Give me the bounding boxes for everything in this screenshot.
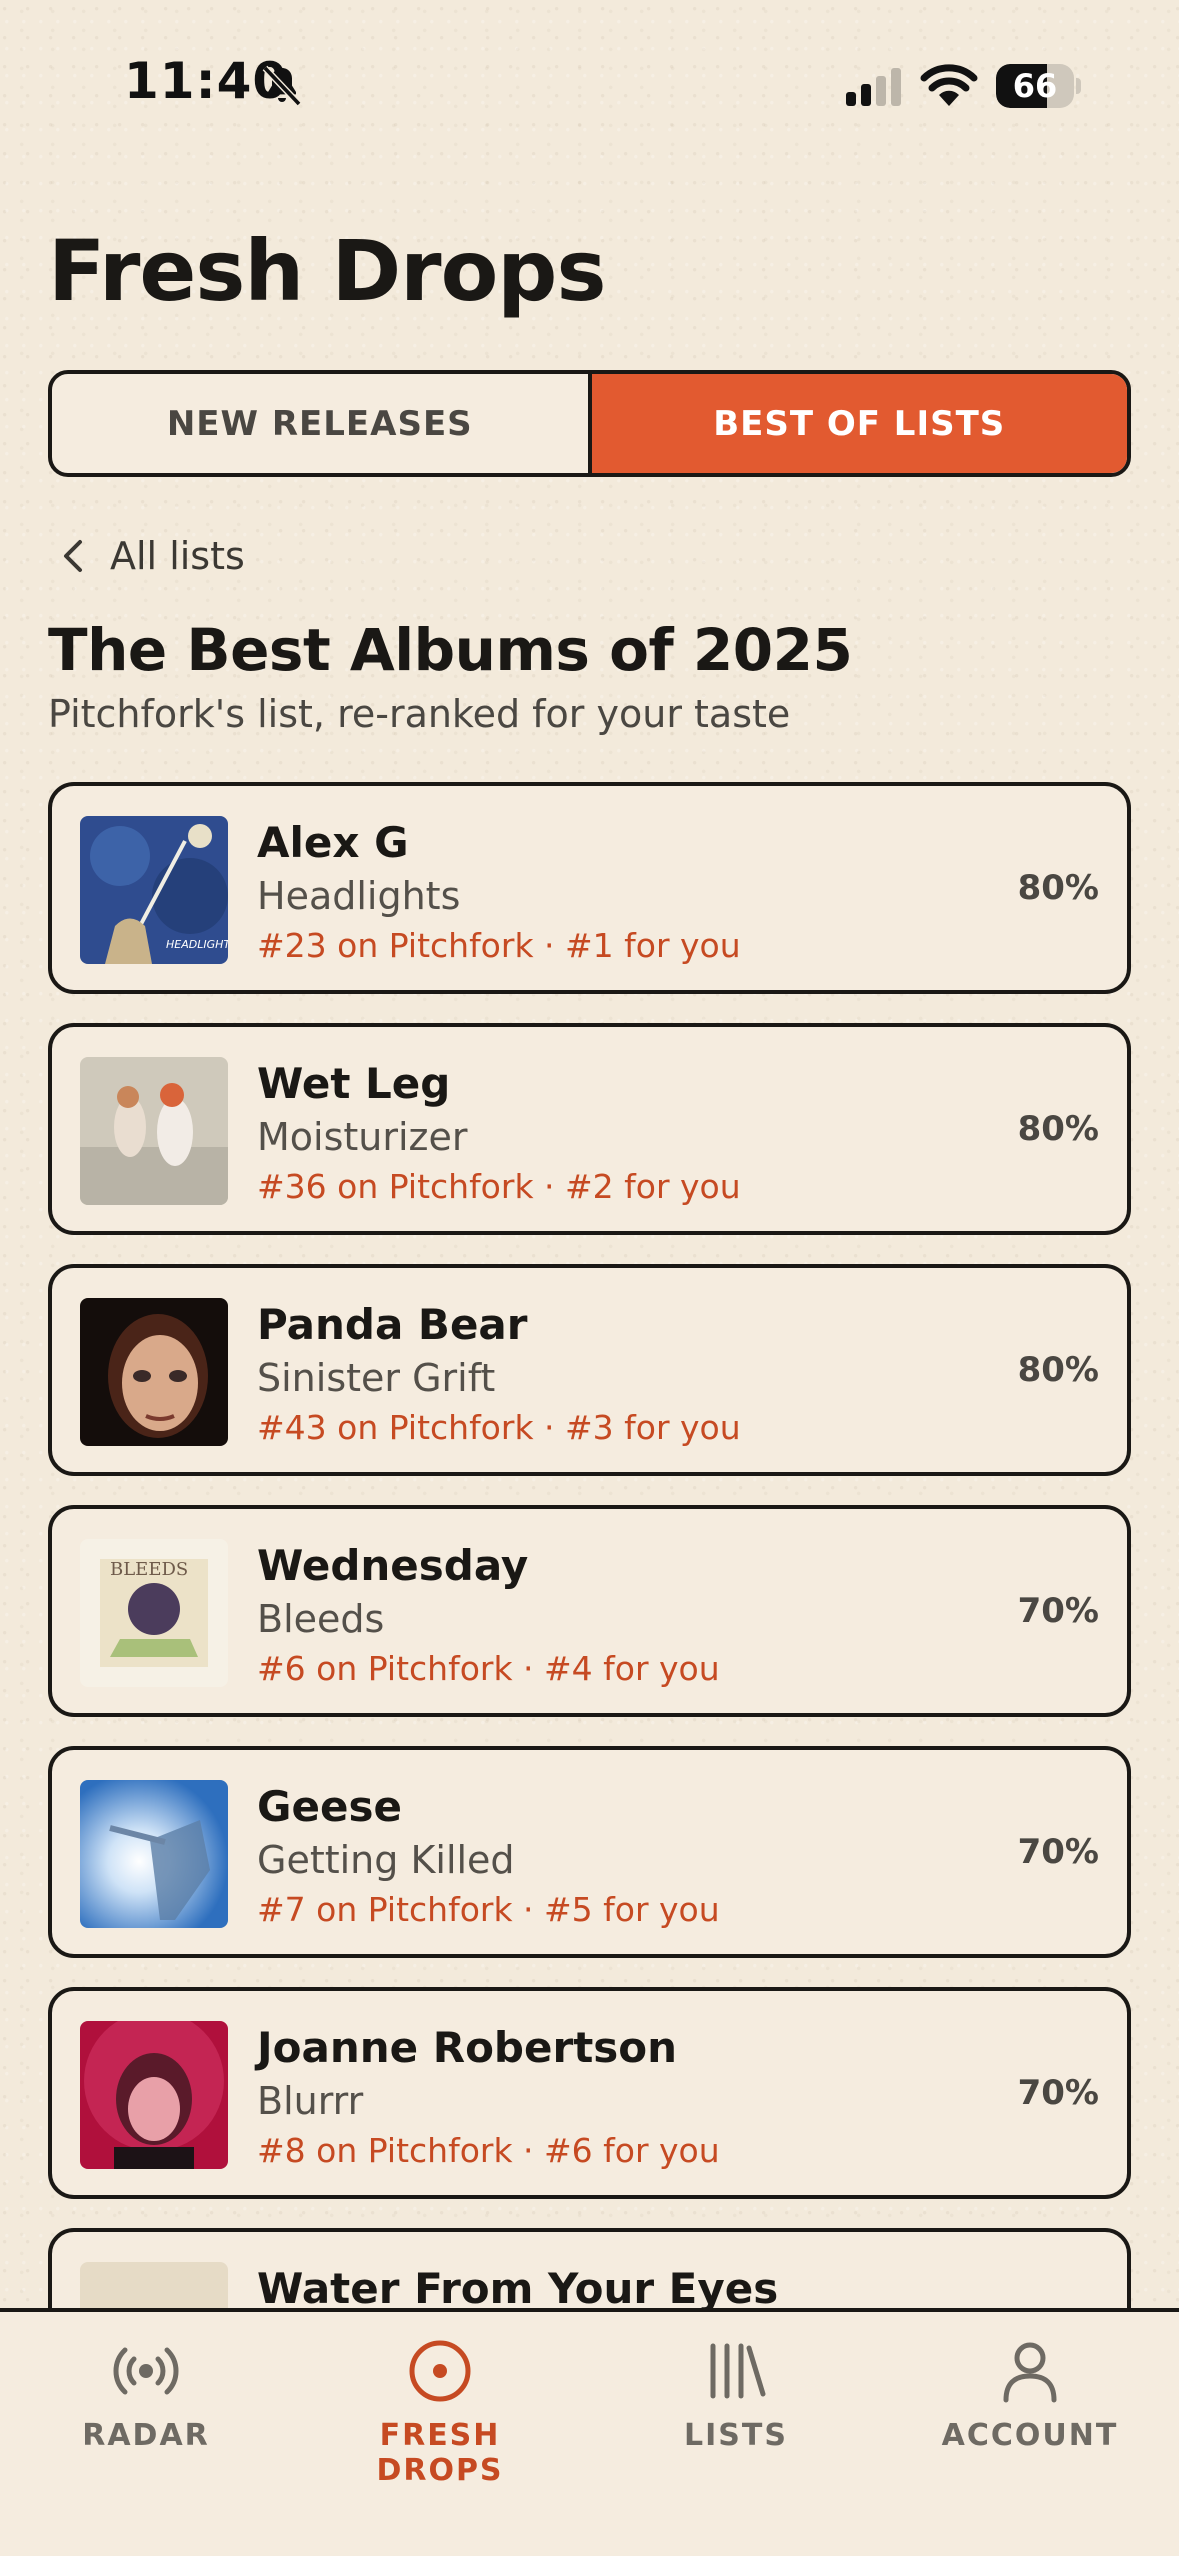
svg-text:BLEEDS: BLEEDS — [110, 1559, 188, 1580]
status-bar: 11:40 66 — [0, 0, 1179, 150]
album-rank: #23 on Pitchfork · #1 for you — [257, 926, 741, 965]
album-card[interactable]: Water From Your Eyes — [48, 2228, 1131, 2310]
album-title: Sinister Grift — [257, 1356, 496, 1400]
tab-label: RADAR — [82, 2418, 210, 2453]
list-title: The Best Albums of 2025 — [48, 616, 853, 684]
album-title: Moisturizer — [257, 1115, 468, 1159]
album-title: Bleeds — [257, 1597, 385, 1641]
album-card[interactable]: Joanne Robertson Blurrr #8 on Pitchfork … — [48, 1987, 1131, 2199]
cellular-signal-icon — [846, 68, 901, 106]
album-rank: #36 on Pitchfork · #2 for you — [257, 1167, 741, 1206]
match-score: 80% — [1017, 868, 1099, 908]
album-cover-placeholder — [80, 2262, 228, 2310]
album-title: Blurrr — [257, 2079, 364, 2123]
album-cover-image — [80, 1298, 228, 1446]
album-card[interactable]: BLEEDS Wednesday Bleeds #6 on Pitchfork … — [48, 1505, 1131, 1717]
album-rank: #6 on Pitchfork · #4 for you — [257, 1649, 720, 1688]
segmented-control: NEW RELEASES BEST OF LISTS — [48, 370, 1131, 477]
library-icon — [710, 2343, 766, 2399]
album-cover-image — [80, 1780, 228, 1928]
tab-label: FRESH DROPS — [376, 2418, 504, 2488]
bottom-tab-bar: RADAR FRESH DROPS LISTS ACCOUNT — [0, 2308, 1179, 2556]
tab-label: LISTS — [684, 2418, 788, 2453]
tab-label: ACCOUNT — [941, 2418, 1119, 2453]
tab-account[interactable]: ACCOUNT — [900, 2338, 1160, 2488]
album-artist: Joanne Robertson — [257, 2023, 678, 2072]
album-card[interactable]: Wet Leg Moisturizer #36 on Pitchfork · #… — [48, 1023, 1131, 1235]
album-cover-image: BLEEDS — [80, 1539, 228, 1687]
radar-icon — [113, 2347, 179, 2395]
person-icon — [1003, 2342, 1057, 2403]
album-rank: #8 on Pitchfork · #6 for you — [257, 2131, 720, 2170]
battery-indicator: 66 — [996, 64, 1081, 108]
match-score: 80% — [1017, 1109, 1099, 1149]
album-artist: Panda Bear — [257, 1300, 528, 1349]
album-artist: Wet Leg — [257, 1059, 451, 1108]
battery-percentage: 66 — [1012, 67, 1058, 105]
album-cover-image: HEADLIGHTS — [80, 816, 228, 964]
album-cover-image — [80, 1057, 228, 1205]
match-score: 80% — [1017, 1350, 1099, 1390]
album-card[interactable]: Panda Bear Sinister Grift #43 on Pitchfo… — [48, 1264, 1131, 1476]
album-artist: Wednesday — [257, 1541, 529, 1590]
album-cover-image — [80, 2021, 228, 2169]
svg-text:HEADLIGHTS: HEADLIGHTS — [166, 938, 228, 951]
page-title: Fresh Drops — [48, 222, 606, 320]
match-score: 70% — [1017, 2073, 1099, 2113]
album-title: Getting Killed — [257, 1838, 515, 1882]
disc-icon — [409, 2340, 471, 2402]
tab-new-releases[interactable]: NEW RELEASES — [52, 374, 588, 473]
album-title: Headlights — [257, 874, 461, 918]
album-rank: #7 on Pitchfork · #5 for you — [257, 1890, 720, 1929]
album-artist: Alex G — [257, 818, 409, 867]
back-to-all-lists-button[interactable]: All lists — [58, 526, 245, 586]
tab-fresh-drops[interactable]: FRESH DROPS — [310, 2338, 570, 2488]
list-subtitle: Pitchfork's list, re-ranked for your tas… — [48, 692, 791, 736]
album-card[interactable]: HEADLIGHTS Alex G Headlights #23 on Pitc… — [48, 782, 1131, 994]
bell-muted-icon — [262, 65, 302, 107]
tab-radar[interactable]: RADAR — [16, 2338, 276, 2488]
back-link-label: All lists — [110, 534, 245, 578]
album-card[interactable]: Geese Getting Killed #7 on Pitchfork · #… — [48, 1746, 1131, 1958]
album-artist: Geese — [257, 1782, 402, 1831]
album-artist: Water From Your Eyes — [257, 2264, 779, 2310]
wifi-icon — [920, 64, 978, 106]
album-rank: #43 on Pitchfork · #3 for you — [257, 1408, 741, 1447]
chevron-left-icon — [64, 540, 82, 572]
album-list: HEADLIGHTS Alex G Headlights #23 on Pitc… — [48, 782, 1131, 2310]
tab-lists[interactable]: LISTS — [606, 2338, 866, 2488]
tab-best-of-lists[interactable]: BEST OF LISTS — [587, 374, 1127, 473]
match-score: 70% — [1017, 1832, 1099, 1872]
match-score: 70% — [1017, 1591, 1099, 1631]
